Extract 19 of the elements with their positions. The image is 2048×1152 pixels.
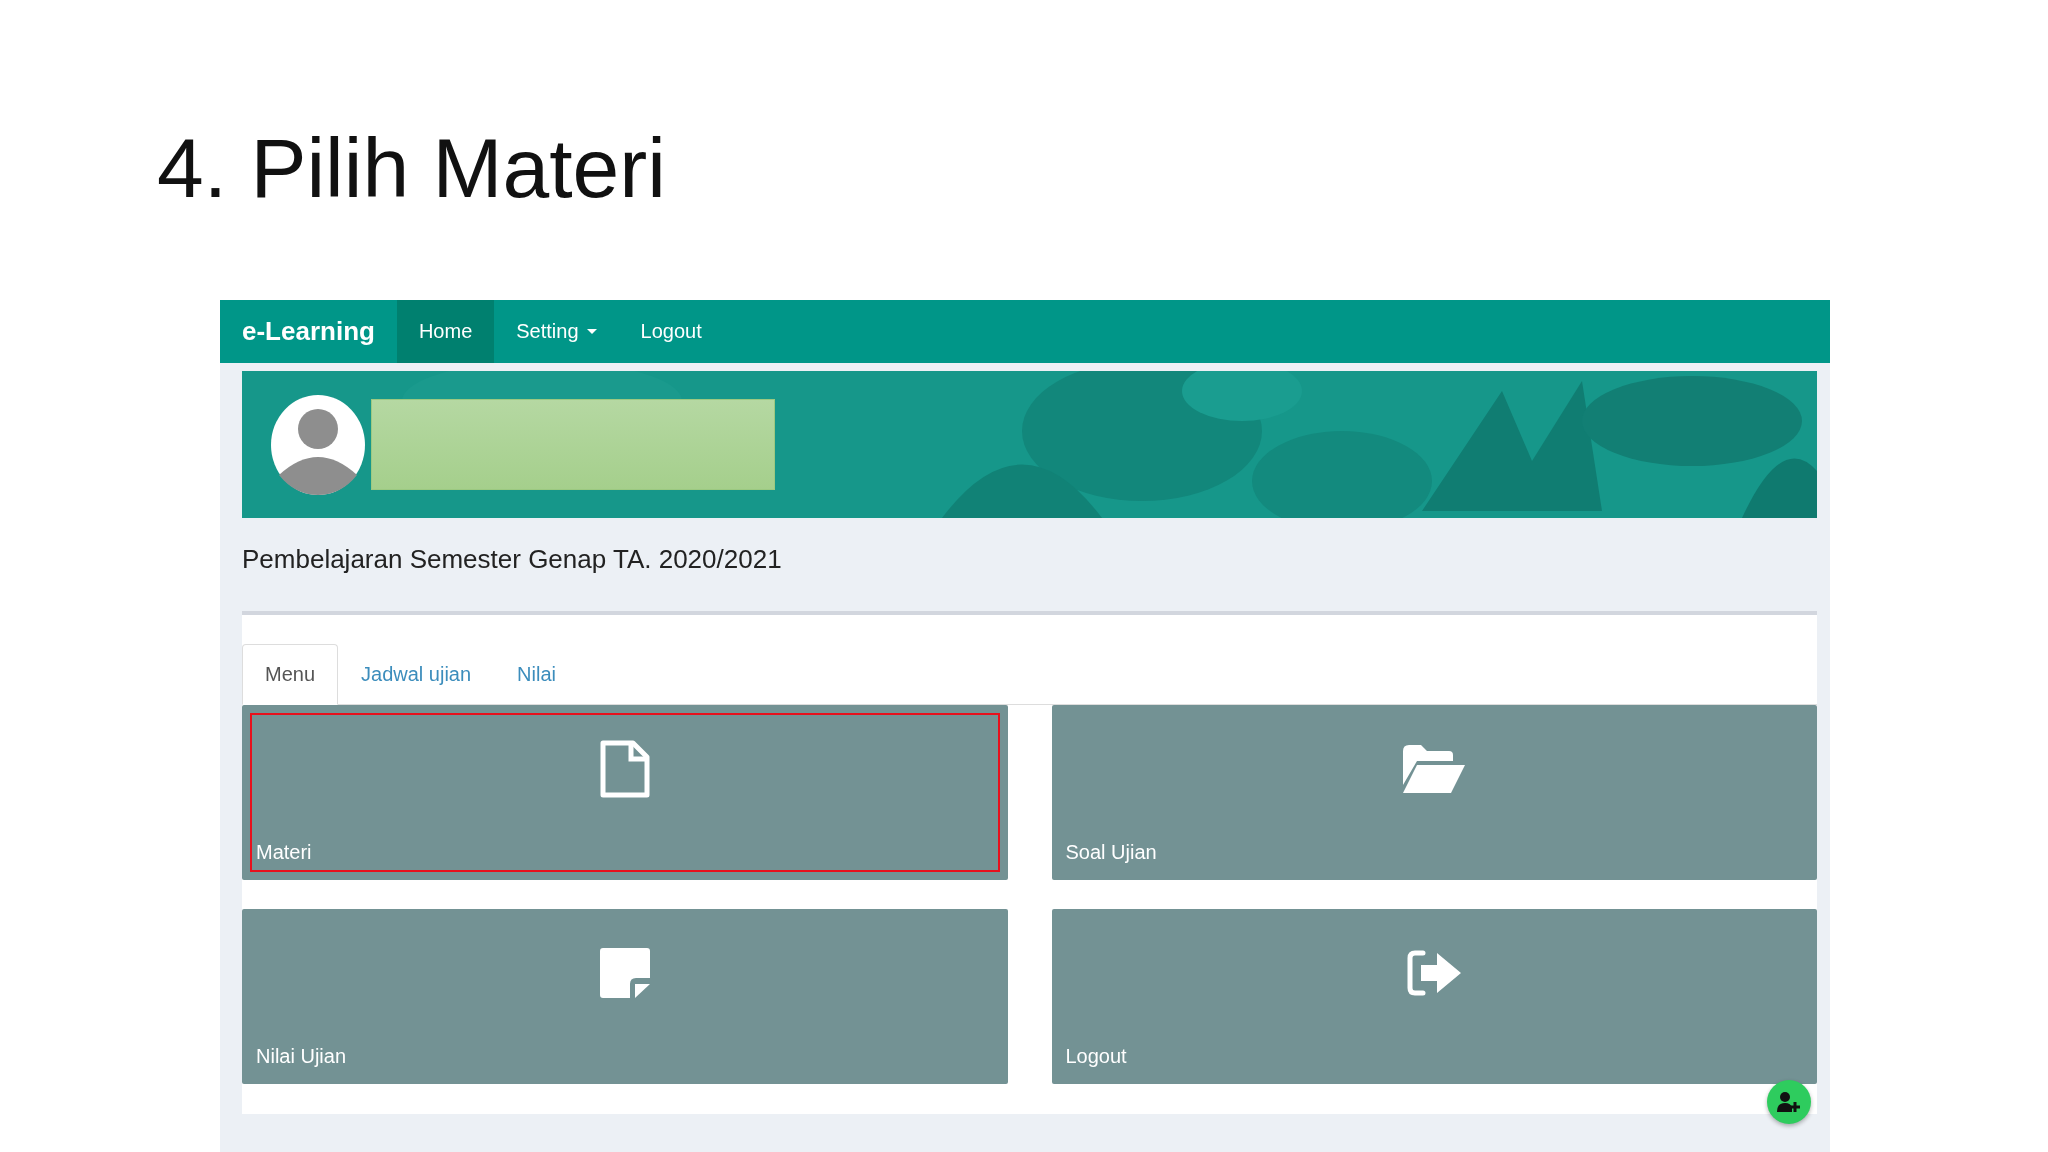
slide-title: 4. Pilih Materi [156,120,666,217]
tab[interactable]: Jadwal ujian [338,644,495,705]
add-user-button[interactable] [1767,1080,1811,1124]
file-icon [599,740,650,798]
menu-tile[interactable]: Logout [1051,909,1817,1084]
menu-tile[interactable]: Soal Ujian [1051,705,1817,880]
nav-link[interactable]: Home [396,300,495,363]
semester-heading: Pembelajaran Semester Genap TA. 2020/2021 [242,544,782,575]
tab[interactable]: Nilai [494,644,579,705]
tab[interactable]: Menu [242,644,339,705]
brand-logo[interactable]: e-Learning [220,300,397,363]
logout-icon [1407,950,1462,996]
menu-tile[interactable]: Nilai Ujian [242,909,1008,1084]
menu-tile[interactable]: Materi [242,705,1008,880]
add-user-icon [1777,1092,1801,1112]
nav-link[interactable]: Setting [494,300,619,363]
nav-link[interactable]: Logout [618,300,724,363]
folder-icon [1403,745,1466,793]
note-icon [599,948,650,998]
